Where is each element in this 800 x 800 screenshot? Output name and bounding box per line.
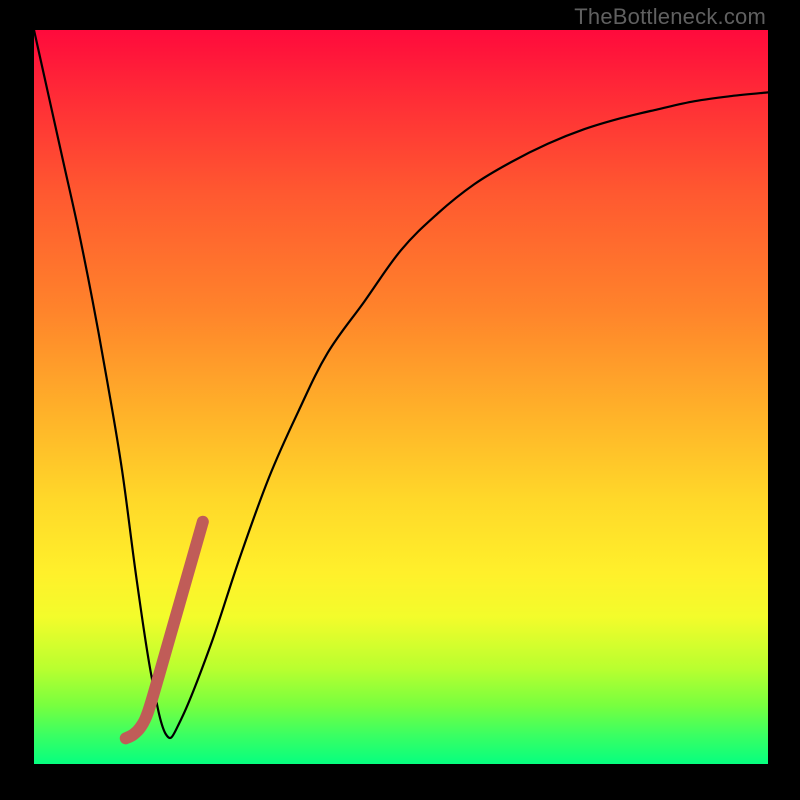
highlight-segment (126, 522, 203, 739)
chart-svg (34, 30, 768, 764)
plot-area (34, 30, 768, 764)
bottleneck-curve (34, 30, 768, 738)
chart-frame: TheBottleneck.com (0, 0, 800, 800)
watermark-text: TheBottleneck.com (574, 4, 766, 30)
